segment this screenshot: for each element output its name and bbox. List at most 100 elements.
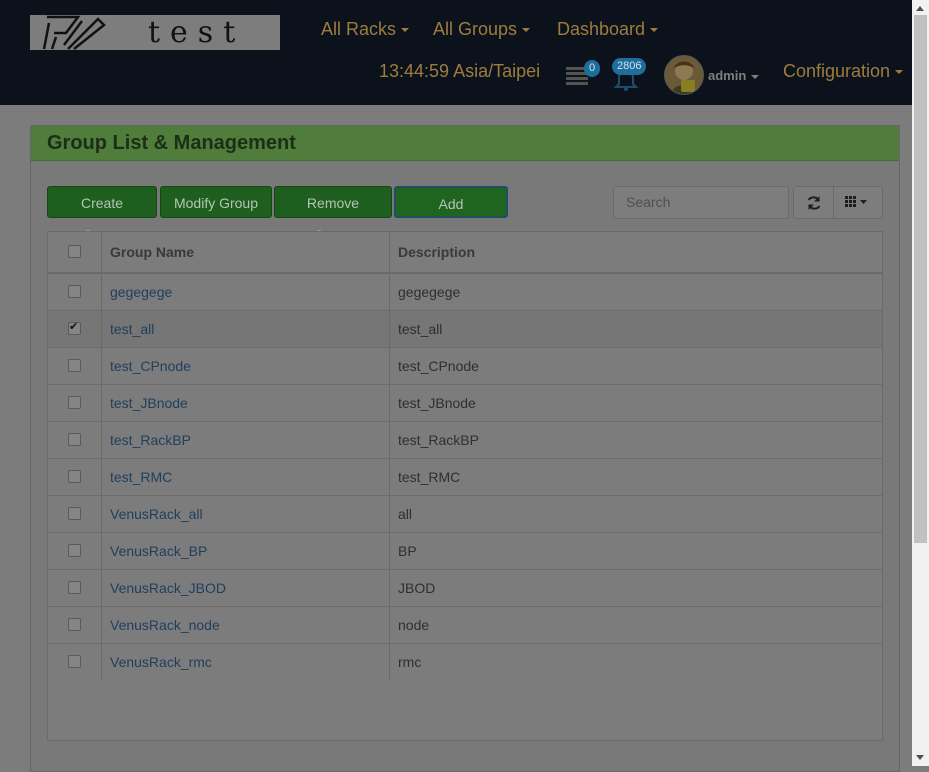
description-cell: test_RMC	[389, 458, 882, 496]
group-name-cell: VenusRack_JBOD	[101, 569, 390, 607]
row-checkbox-cell	[48, 421, 102, 459]
description-cell: test_RackBP	[389, 421, 882, 459]
row-checkbox[interactable]	[68, 580, 81, 594]
group-name-cell: test_CPnode	[101, 347, 390, 385]
group-name-link[interactable]: test_all	[110, 321, 154, 337]
refresh-button[interactable]	[793, 186, 834, 219]
page-scrollbar[interactable]	[912, 0, 929, 766]
row-checkbox-cell	[48, 495, 102, 533]
group-name-link[interactable]: test_RackBP	[110, 432, 191, 448]
nav-all-racks-label: All Racks	[321, 19, 397, 39]
group-name-cell: VenusRack_BP	[101, 532, 390, 570]
search-input[interactable]: Search	[613, 186, 789, 219]
table-row[interactable]: VenusRack_all all	[48, 495, 882, 533]
group-name-link[interactable]: VenusRack_node	[110, 617, 220, 633]
top-navbar: test All Racks All Groups Dashboard 13:4…	[0, 0, 912, 105]
logo-icon	[42, 15, 106, 50]
nav-configuration[interactable]: Configuration	[783, 61, 904, 82]
columns-toggle-button[interactable]	[833, 186, 883, 219]
logo[interactable]: test	[30, 15, 280, 50]
remove-group-button[interactable]: Remove Group	[274, 186, 392, 243]
group-name-cell: gegegege	[101, 272, 390, 311]
table-row[interactable]: VenusRack_BP BP	[48, 532, 882, 570]
group-name-link[interactable]: VenusRack_JBOD	[110, 580, 226, 596]
row-checkbox[interactable]	[68, 543, 81, 557]
group-name-link[interactable]: test_RMC	[110, 469, 172, 485]
columns-grid-icon	[845, 196, 867, 207]
group-name-link[interactable]: gegegege	[110, 284, 172, 300]
nav-all-racks[interactable]: All Racks	[321, 19, 410, 40]
table-row[interactable]: test_RackBP test_RackBP	[48, 421, 882, 459]
chevron-down-icon	[650, 28, 659, 33]
row-checkbox-cell	[48, 384, 102, 422]
group-table: Group Name Description gegegegegegegeget…	[48, 232, 882, 680]
row-checkbox-cell	[48, 606, 102, 644]
nav-dashboard[interactable]: Dashboard	[557, 19, 659, 40]
add-members-button[interactable]: Add Members	[394, 186, 508, 244]
row-checkbox-cell	[48, 272, 102, 311]
group-name-cell: test_JBnode	[101, 384, 390, 422]
row-checkbox[interactable]	[68, 432, 81, 446]
table-row[interactable]: test_all test_all	[48, 310, 882, 348]
row-checkbox-cell	[48, 310, 102, 348]
table-row[interactable]: gegegege gegegege	[48, 272, 882, 311]
user-menu[interactable]: admin	[708, 68, 760, 83]
description-cell: test_all	[389, 310, 882, 348]
scroll-up-icon[interactable]	[916, 6, 924, 11]
row-checkbox[interactable]	[68, 617, 81, 631]
description-cell: node	[389, 606, 882, 644]
alerts-button[interactable]: 2806	[612, 58, 652, 92]
logo-text: test	[148, 15, 246, 50]
group-name-link[interactable]: VenusRack_BP	[110, 543, 207, 559]
chevron-down-icon	[401, 28, 410, 33]
modify-group-button[interactable]: Modify Group	[160, 186, 272, 218]
table-row[interactable]: test_CPnode test_CPnode	[48, 347, 882, 385]
group-name-cell: test_RMC	[101, 458, 390, 496]
group-name-link[interactable]: test_JBnode	[110, 395, 188, 411]
description-cell: JBOD	[389, 569, 882, 607]
group-name-link[interactable]: VenusRack_rmc	[110, 654, 212, 670]
row-checkbox[interactable]	[68, 469, 81, 483]
table-row[interactable]: VenusRack_JBOD JBOD	[48, 569, 882, 607]
row-checkbox[interactable]	[68, 284, 81, 298]
description-cell: test_JBnode	[389, 384, 882, 422]
select-all-checkbox[interactable]	[68, 244, 81, 258]
row-checkbox[interactable]	[68, 506, 81, 520]
create-group-button[interactable]: Create Group	[47, 186, 157, 243]
table-row[interactable]: test_JBnode test_JBnode	[48, 384, 882, 422]
column-header-group-name[interactable]: Group Name	[101, 232, 390, 274]
chevron-down-icon	[751, 74, 760, 79]
row-checkbox-cell	[48, 347, 102, 385]
row-checkbox[interactable]	[68, 358, 81, 372]
avatar-icon[interactable]	[664, 55, 704, 95]
chevron-down-icon	[522, 28, 531, 33]
description-cell: BP	[389, 532, 882, 570]
description-cell: test_CPnode	[389, 347, 882, 385]
nav-all-groups[interactable]: All Groups	[433, 19, 531, 40]
select-all-cell	[48, 232, 102, 274]
table-row[interactable]: VenusRack_rmc rmc	[48, 643, 882, 680]
clock: 13:44:59 Asia/Taipei	[379, 61, 541, 81]
group-table-container: Group Name Description gegegegegegegeget…	[47, 231, 883, 741]
messages-button[interactable]: 0	[565, 60, 601, 90]
column-header-description[interactable]: Description	[389, 232, 882, 274]
scroll-down-icon[interactable]	[916, 755, 924, 760]
row-checkbox[interactable]	[68, 654, 81, 668]
nav-configuration-label: Configuration	[783, 61, 891, 81]
group-name-cell: test_all	[101, 310, 390, 348]
alerts-count-badge: 2806	[612, 58, 647, 75]
row-checkbox[interactable]	[68, 320, 81, 335]
row-checkbox-cell	[48, 458, 102, 496]
scroll-thumb[interactable]	[914, 15, 927, 543]
row-checkbox-cell	[48, 532, 102, 570]
row-checkbox[interactable]	[68, 395, 81, 409]
table-row[interactable]: VenusRack_node node	[48, 606, 882, 644]
group-name-link[interactable]: VenusRack_all	[110, 506, 203, 522]
group-name-cell: VenusRack_all	[101, 495, 390, 533]
table-row[interactable]: test_RMC test_RMC	[48, 458, 882, 496]
panel-heading: Group List & Management	[31, 126, 899, 161]
user-name: admin	[708, 68, 747, 83]
messages-count-badge: 0	[584, 60, 601, 77]
description-cell: rmc	[389, 643, 882, 680]
group-name-link[interactable]: test_CPnode	[110, 358, 191, 374]
